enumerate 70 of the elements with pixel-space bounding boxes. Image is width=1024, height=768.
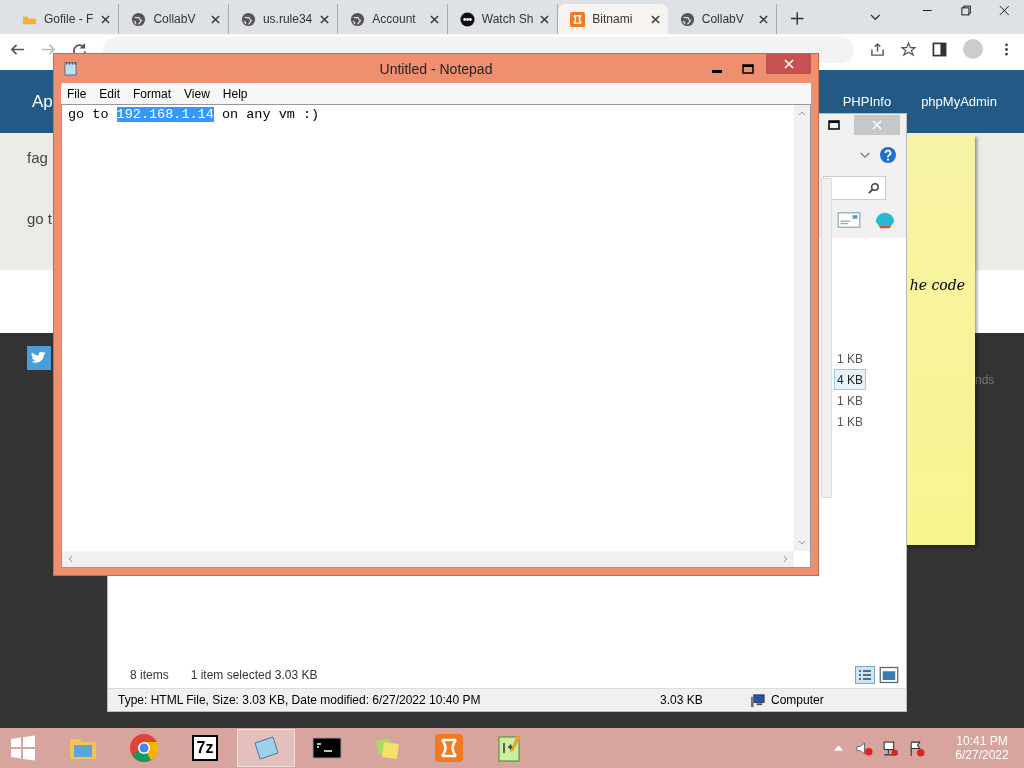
menu-item[interactable]: View — [184, 86, 210, 101]
browser-tab[interactable]: Bitnami — [558, 4, 668, 34]
close-icon[interactable] — [320, 14, 330, 24]
menu-item[interactable]: Help — [222, 86, 248, 101]
close-icon — [872, 120, 882, 130]
network-icon[interactable] — [882, 739, 899, 757]
item-count: 8 items — [130, 667, 169, 682]
browser-logo-icon — [129, 733, 159, 763]
scrollbar[interactable] — [821, 178, 832, 498]
thumbnail-view-icon[interactable] — [879, 665, 899, 684]
back-icon[interactable] — [10, 42, 25, 57]
window-title: Untitled - Notepad — [379, 60, 493, 77]
file-size[interactable]: 1 KB — [834, 348, 866, 369]
nav-link[interactable]: phpMyAdmin — [921, 94, 997, 109]
bird-icon[interactable] — [27, 346, 51, 370]
close-icon — [783, 59, 794, 69]
body-text: go t — [27, 210, 53, 227]
globe-icon — [131, 11, 147, 27]
forward-icon[interactable] — [41, 42, 56, 57]
note-text: he code — [909, 277, 965, 293]
footer-text: nds — [975, 373, 995, 387]
close-icon[interactable] — [650, 14, 660, 24]
close-icon[interactable] — [429, 14, 439, 24]
globe-icon — [240, 11, 256, 27]
menu-item[interactable]: Edit — [99, 86, 121, 101]
nav-link[interactable]: PHPInfo — [842, 94, 892, 109]
help-icon[interactable] — [880, 147, 896, 163]
close-icon[interactable] — [759, 14, 769, 24]
zone-label: Computer — [771, 693, 824, 707]
body-text: fag — [27, 149, 48, 166]
globe-icon — [679, 11, 695, 27]
xampp-icon — [434, 733, 464, 763]
file-size[interactable]: 1 KB — [834, 411, 866, 432]
vertical-scrollbar[interactable] — [794, 105, 810, 551]
notepad-icon — [251, 733, 281, 763]
search-icon — [867, 181, 880, 195]
flag-icon[interactable] — [908, 739, 925, 757]
star-icon[interactable] — [901, 42, 916, 57]
clock-time: 10:41 PM — [956, 734, 1008, 748]
close-icon[interactable] — [101, 14, 111, 24]
restore-icon[interactable] — [960, 5, 972, 16]
new-tab-icon[interactable] — [791, 12, 804, 25]
side-panel-icon[interactable] — [932, 42, 947, 57]
file-size: 3.03 KB — [660, 693, 704, 707]
maximize-icon[interactable] — [742, 63, 754, 74]
globe-icon — [350, 11, 366, 27]
share-icon[interactable] — [870, 42, 885, 57]
close-icon[interactable] — [210, 14, 220, 24]
maximize-icon[interactable] — [828, 120, 840, 130]
close-icon[interactable] — [540, 14, 550, 24]
logo-icon — [459, 11, 475, 27]
chevron-icon[interactable] — [869, 14, 881, 21]
selection-info: 1 item selected 3.03 KB — [190, 667, 318, 682]
close-icon[interactable] — [999, 5, 1010, 16]
horizontal-scrollbar[interactable] — [62, 551, 794, 567]
notepad-icon — [64, 61, 77, 76]
clock-date: 6/27/2022 — [955, 748, 1009, 762]
menu-item[interactable]: Format — [133, 86, 172, 101]
site-title: Ap — [32, 91, 53, 112]
taskbar-button[interactable]: 7z — [176, 729, 234, 767]
close-button[interactable] — [766, 54, 811, 74]
details-view-icon[interactable] — [855, 665, 875, 684]
document-text[interactable]: go to 192.168.1.14 on any vm :) — [62, 105, 794, 124]
file-details: Type: HTML File, Size: 3.03 KB, Date modified: 6/27/2022 10:40 PM — [118, 693, 482, 707]
xampp-icon — [570, 11, 586, 27]
muted-speaker-icon[interactable] — [856, 739, 873, 757]
menu-item[interactable]: File — [67, 86, 87, 101]
computer-icon — [750, 692, 765, 708]
file-size[interactable]: 4 KB — [834, 369, 866, 390]
file-size[interactable]: 1 KB — [834, 390, 866, 411]
